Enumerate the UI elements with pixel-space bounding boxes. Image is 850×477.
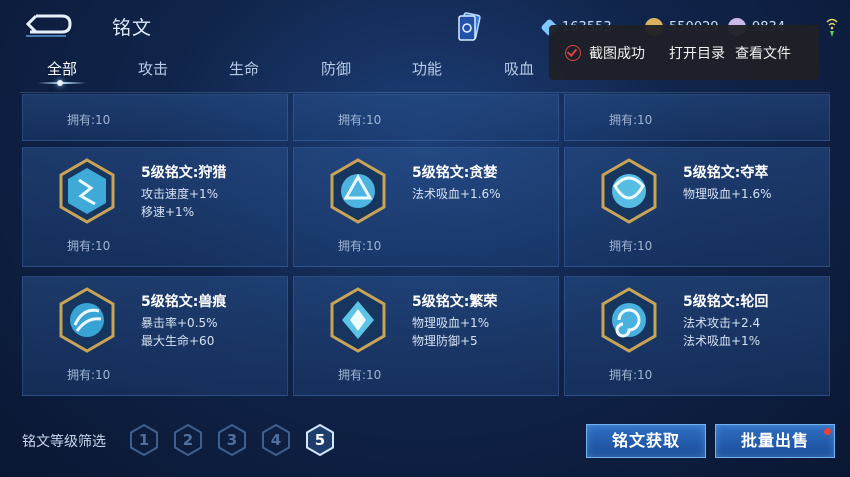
level-filter-label: 铭文等级筛选 bbox=[22, 434, 106, 450]
back-arrow-icon[interactable] bbox=[22, 10, 74, 38]
inscription-card-hunt[interactable]: 5级铭文:狩猎 攻击速度+1% 移速+1% 拥有:10 bbox=[22, 147, 288, 267]
level-number: 1 bbox=[138, 431, 150, 449]
level-number: 3 bbox=[226, 431, 238, 449]
owned-count: 拥有:10 bbox=[338, 239, 382, 253]
extract-emblem-icon bbox=[601, 158, 657, 224]
inscription-attr: 法术攻击+2.4 bbox=[683, 316, 761, 330]
inscription-name: 5级铭文:贪婪 bbox=[412, 165, 498, 181]
inscription-card-prosperity[interactable]: 5级铭文:繁荣 物理吸血+1% 物理防御+5 拥有:10 bbox=[293, 276, 559, 396]
inscription-attr: 暴击率+0.5% bbox=[141, 316, 218, 330]
inscription-card-reincarnation[interactable]: 5级铭文:轮回 法术攻击+2.4 法术吸血+1% 拥有:10 bbox=[564, 276, 830, 396]
view-file-link[interactable]: 查看文件 bbox=[735, 43, 791, 63]
level-filter-4[interactable]: 4 bbox=[261, 423, 291, 457]
notification-dot bbox=[824, 428, 831, 435]
hunt-emblem-icon bbox=[59, 158, 115, 224]
prosperity-emblem-icon bbox=[330, 287, 386, 353]
tab-defense[interactable]: 防御 bbox=[301, 58, 371, 79]
greed-emblem-icon bbox=[330, 158, 386, 224]
obtain-inscription-button[interactable]: 铭文获取 bbox=[586, 424, 706, 458]
active-tab-dot bbox=[57, 80, 63, 86]
level-number: 5 bbox=[314, 431, 326, 449]
level-number: 2 bbox=[182, 431, 194, 449]
open-directory-link[interactable]: 打开目录 bbox=[669, 43, 725, 63]
level-filter-1[interactable]: 1 bbox=[129, 423, 159, 457]
inscription-card-partial[interactable]: 拥有:10 bbox=[564, 94, 830, 141]
tab-all[interactable]: 全部 bbox=[27, 58, 97, 79]
card-pack-icon[interactable] bbox=[456, 12, 482, 42]
tabs-divider bbox=[20, 92, 830, 93]
inscription-name: 5级铭文:夺萃 bbox=[683, 165, 769, 181]
tab-attack[interactable]: 攻击 bbox=[118, 58, 188, 79]
success-check-icon bbox=[565, 44, 581, 61]
owned-count: 拥有:10 bbox=[609, 113, 653, 127]
owned-count: 拥有:10 bbox=[67, 113, 111, 127]
inscription-attr: 攻击速度+1% bbox=[141, 187, 219, 201]
tab-utility[interactable]: 功能 bbox=[392, 58, 462, 79]
inscription-card-beastmark[interactable]: 5级铭文:兽痕 暴击率+0.5% 最大生命+60 拥有:10 bbox=[22, 276, 288, 396]
owned-count: 拥有:10 bbox=[338, 113, 382, 127]
inscription-attr: 物理吸血+1.6% bbox=[683, 187, 772, 201]
reincarnation-emblem-icon bbox=[601, 287, 657, 353]
owned-count: 拥有:10 bbox=[609, 239, 653, 253]
inscription-name: 5级铭文:兽痕 bbox=[141, 294, 227, 310]
toast-message: 截图成功 bbox=[589, 45, 645, 62]
inscription-card-extract[interactable]: 5级铭文:夺萃 物理吸血+1.6% 拥有:10 bbox=[564, 147, 830, 267]
owned-count: 拥有:10 bbox=[67, 368, 111, 382]
inscription-card-greed[interactable]: 5级铭文:贪婪 法术吸血+1.6% 拥有:10 bbox=[293, 147, 559, 267]
inscription-attr: 物理吸血+1% bbox=[412, 316, 490, 330]
inscription-attr: 物理防御+5 bbox=[412, 334, 478, 348]
bulk-sell-button[interactable]: 批量出售 bbox=[715, 424, 835, 458]
inscription-attr: 最大生命+60 bbox=[141, 334, 215, 348]
inscription-card-partial[interactable]: 拥有:10 bbox=[293, 94, 559, 141]
inscription-name: 5级铭文:轮回 bbox=[683, 294, 769, 310]
level-number: 4 bbox=[270, 431, 282, 449]
level-filter-5-selected[interactable]: 5 bbox=[305, 423, 335, 457]
owned-count: 拥有:10 bbox=[338, 368, 382, 382]
wifi-icon bbox=[826, 18, 838, 37]
inscription-attr: 法术吸血+1.6% bbox=[412, 187, 501, 201]
tab-lifesteal[interactable]: 吸血 bbox=[484, 58, 554, 79]
inscription-name: 5级铭文:繁荣 bbox=[412, 294, 498, 310]
tab-health[interactable]: 生命 bbox=[209, 58, 279, 79]
owned-count: 拥有:10 bbox=[609, 368, 653, 382]
beastmark-emblem-icon bbox=[59, 287, 115, 353]
inscription-attr: 法术吸血+1% bbox=[683, 334, 761, 348]
page-title: 铭文 bbox=[112, 17, 153, 39]
inscription-card-partial[interactable]: 拥有:10 bbox=[22, 94, 288, 141]
inscription-attr: 移速+1% bbox=[141, 205, 195, 219]
level-filter-2[interactable]: 2 bbox=[173, 423, 203, 457]
screenshot-toast: 截图成功 打开目录 查看文件 bbox=[549, 25, 819, 80]
owned-count: 拥有:10 bbox=[67, 239, 111, 253]
level-filter-3[interactable]: 3 bbox=[217, 423, 247, 457]
inscription-name: 5级铭文:狩猎 bbox=[141, 165, 227, 181]
